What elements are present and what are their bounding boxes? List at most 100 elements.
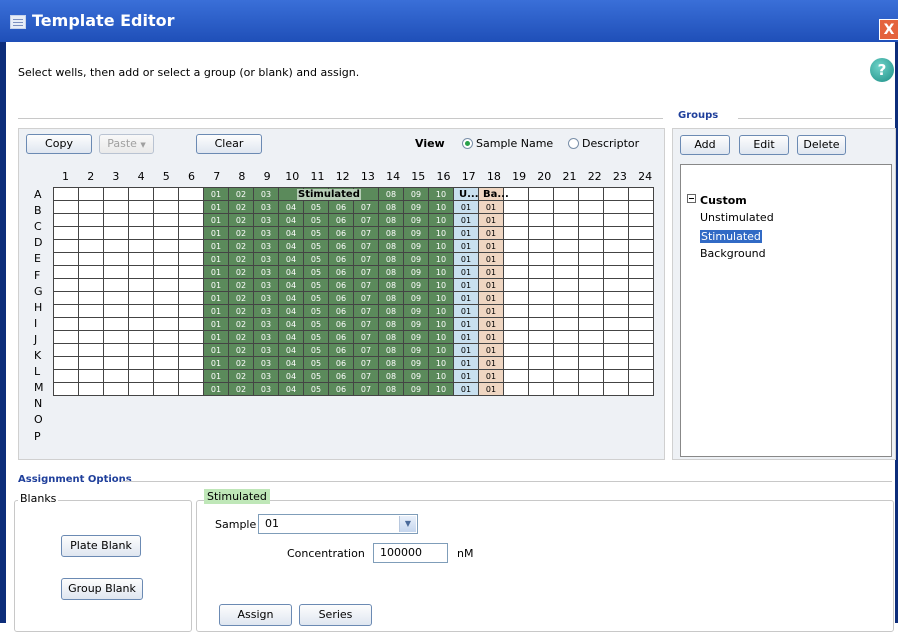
plate-well[interactable] <box>78 356 104 370</box>
column-header[interactable]: 22 <box>582 170 607 183</box>
close-button[interactable]: X <box>879 19 898 40</box>
column-header[interactable]: 7 <box>204 170 229 183</box>
plate-well[interactable]: 09 <box>403 278 429 292</box>
plate-well[interactable] <box>528 356 554 370</box>
plate-grid[interactable]: 01 02 03 08 09 10 01 02 03 04 05 06 07 08 09 10 01 01 01 02… <box>53 187 654 396</box>
plate-well[interactable] <box>578 187 604 201</box>
plate-well[interactable] <box>128 239 154 253</box>
plate-well[interactable]: 09 <box>403 304 429 318</box>
plate-well[interactable]: 09 <box>403 239 429 253</box>
plate-well[interactable] <box>128 265 154 279</box>
plate-well[interactable]: 01 <box>453 291 479 305</box>
plate-well[interactable]: 08 <box>378 226 404 240</box>
plate-well[interactable] <box>178 317 204 331</box>
plate-well[interactable] <box>553 317 579 331</box>
plate-well[interactable] <box>628 291 654 305</box>
plate-well[interactable]: 02 <box>228 343 254 357</box>
plate-well[interactable]: 09 <box>403 200 429 214</box>
plate-well[interactable]: 09 <box>403 291 429 305</box>
row-header[interactable]: G <box>34 285 43 298</box>
plate-well[interactable] <box>553 278 579 292</box>
plate-well[interactable]: 02 <box>228 252 254 266</box>
plate-well[interactable]: 08 <box>378 369 404 383</box>
plate-well[interactable] <box>603 369 629 383</box>
plate-well[interactable]: 02 <box>228 200 254 214</box>
plate-well[interactable] <box>603 330 629 344</box>
plate-well[interactable]: 03 <box>253 226 279 240</box>
plate-well[interactable] <box>628 252 654 266</box>
plate-well[interactable]: 09 <box>403 187 429 201</box>
plate-well[interactable]: 09 <box>403 252 429 266</box>
plate-well[interactable]: 01 <box>453 239 479 253</box>
plate-well[interactable] <box>128 382 154 396</box>
plate-well[interactable] <box>578 239 604 253</box>
tree-item-unstimulated[interactable]: Unstimulated <box>700 211 774 224</box>
plate-well[interactable]: 06 <box>328 382 354 396</box>
plate-well[interactable] <box>78 278 104 292</box>
plate-well[interactable] <box>553 187 579 201</box>
plate-well[interactable]: 03 <box>253 382 279 396</box>
plate-well[interactable] <box>78 382 104 396</box>
plate-well[interactable]: 05 <box>303 304 329 318</box>
plate-well[interactable]: 06 <box>328 200 354 214</box>
plate-well[interactable] <box>178 330 204 344</box>
plate-well[interactable]: 01 <box>203 317 229 331</box>
plate-well[interactable] <box>603 239 629 253</box>
plate-well[interactable] <box>53 200 79 214</box>
plate-well[interactable]: 02 <box>228 239 254 253</box>
row-header[interactable]: C <box>34 220 42 233</box>
plate-well[interactable]: 01 <box>478 369 504 383</box>
plate-well[interactable]: 07 <box>353 291 379 305</box>
plate-well[interactable]: 02 <box>228 382 254 396</box>
plate-well[interactable]: 01 <box>203 265 229 279</box>
plate-well[interactable]: 06 <box>328 356 354 370</box>
plate-well[interactable] <box>578 382 604 396</box>
plate-well[interactable]: 02 <box>228 265 254 279</box>
plate-well[interactable] <box>53 213 79 227</box>
plate-well[interactable]: 06 <box>328 226 354 240</box>
plate-well[interactable]: 10 <box>428 356 454 370</box>
plate-well[interactable] <box>503 239 529 253</box>
plate-well[interactable]: 03 <box>253 304 279 318</box>
plate-well[interactable] <box>628 343 654 357</box>
row-header[interactable]: E <box>34 252 41 265</box>
plate-well[interactable] <box>553 252 579 266</box>
plate-well[interactable]: 01 <box>203 213 229 227</box>
copy-button[interactable]: Copy <box>26 134 92 154</box>
delete-group-button[interactable]: Delete <box>797 135 846 155</box>
plate-well[interactable] <box>128 330 154 344</box>
plate-well[interactable]: 08 <box>378 239 404 253</box>
row-header[interactable]: K <box>34 349 41 362</box>
plate-well[interactable] <box>628 356 654 370</box>
plate-well[interactable] <box>128 317 154 331</box>
plate-well[interactable]: 03 <box>253 187 279 201</box>
plate-well[interactable]: 05 <box>303 200 329 214</box>
plate-well[interactable] <box>528 369 554 383</box>
plate-well[interactable]: 02 <box>228 304 254 318</box>
plate-well[interactable] <box>153 382 179 396</box>
plate-well[interactable] <box>78 239 104 253</box>
plate-well[interactable]: 06 <box>328 213 354 227</box>
plate-well[interactable] <box>553 369 579 383</box>
column-header[interactable]: 16 <box>431 170 456 183</box>
plate-well[interactable]: 08 <box>378 213 404 227</box>
plate-well[interactable] <box>78 291 104 305</box>
plate-well[interactable]: 06 <box>328 291 354 305</box>
plate-well[interactable]: 10 <box>428 343 454 357</box>
plate-well[interactable]: 10 <box>428 330 454 344</box>
plate-well[interactable]: 03 <box>253 213 279 227</box>
plate-well[interactable] <box>603 356 629 370</box>
plate-well[interactable] <box>603 213 629 227</box>
plate-well[interactable] <box>178 200 204 214</box>
plate-well[interactable]: 01 <box>478 213 504 227</box>
plate-well[interactable] <box>153 356 179 370</box>
plate-well[interactable]: 06 <box>328 252 354 266</box>
plate-well[interactable]: 04 <box>278 200 304 214</box>
plate-well[interactable] <box>578 200 604 214</box>
plate-well[interactable] <box>503 252 529 266</box>
plate-well[interactable]: 10 <box>428 382 454 396</box>
plate-well[interactable] <box>553 343 579 357</box>
row-header[interactable]: H <box>34 301 42 314</box>
plate-well[interactable]: 05 <box>303 291 329 305</box>
plate-well[interactable]: 05 <box>303 226 329 240</box>
